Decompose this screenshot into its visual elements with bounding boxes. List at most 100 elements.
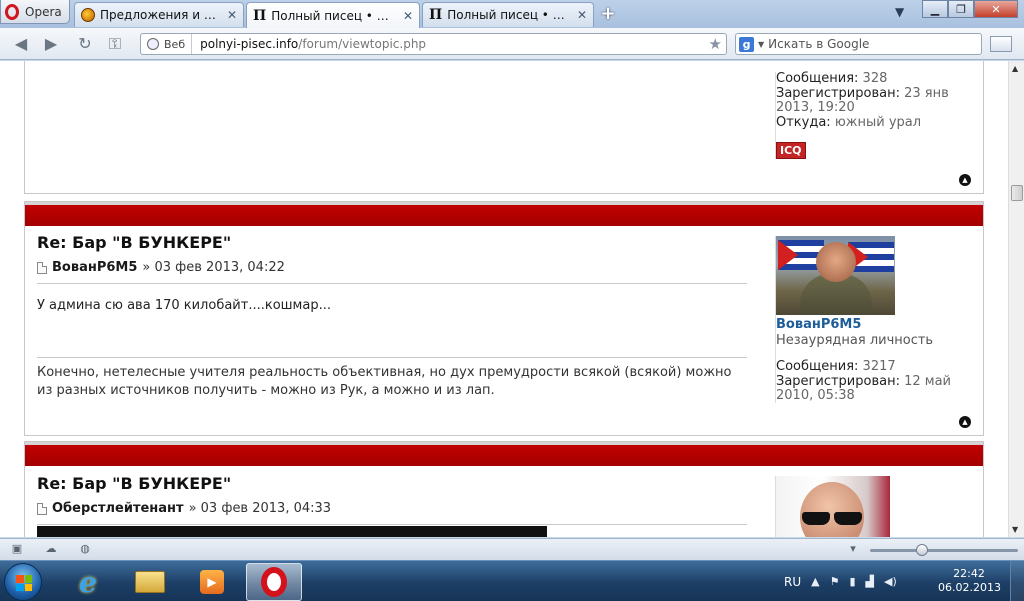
windows-logo-icon (16, 575, 32, 591)
search-field[interactable]: g ▼ Искать в Google (735, 33, 982, 55)
web-badge[interactable]: Веб (141, 34, 193, 54)
back-to-top-icon[interactable]: ▲ (959, 174, 971, 186)
tab-bar: Opera Предложения и обсу... ✕ П Полный п… (0, 0, 1024, 28)
tab-label: Полный писец • Прос... (271, 8, 396, 23)
network-signal-icon[interactable]: ▟ (866, 575, 874, 588)
power-icon[interactable]: ▮ (849, 575, 855, 588)
url-path: /forum/viewtopic.php (298, 37, 427, 51)
author-name[interactable]: ВованР6М5 (52, 260, 137, 275)
tab-label: Предложения и обсу... (100, 8, 220, 22)
panel-toggle-button[interactable] (990, 36, 1012, 52)
view-icon[interactable]: ▾ (846, 543, 860, 555)
icq-button[interactable]: ICQ (776, 142, 806, 159)
volume-icon[interactable]: ◀) (884, 575, 897, 588)
show-desktop-button[interactable] (1010, 561, 1024, 601)
profile-panel: ВованР6М5 Незаурядная личность Сообщения… (775, 236, 980, 403)
close-icon[interactable]: ✕ (227, 8, 237, 22)
tab-polnyi-pisec-active[interactable]: П Полный писец • Прос... ✕ (246, 2, 420, 28)
post-content: У админа сю ава 170 килобайт....кошмар..… (37, 298, 331, 313)
post-date: » 03 фев 2013, 04:22 (142, 260, 285, 275)
sunglasses-icon (802, 512, 862, 525)
vertical-scrollbar[interactable]: ▲ ▼ (1008, 61, 1024, 537)
author-name[interactable]: Оберстлейтенант (52, 501, 184, 516)
url-host: polnyi-pisec.info (200, 37, 299, 51)
restore-button[interactable]: ❐ (948, 0, 974, 18)
tray-expand-icon[interactable]: ▲ (811, 575, 819, 588)
author-line: ВованР6М5 » 03 фев 2013, 04:22 (37, 260, 747, 284)
registered-label: Зарегистрирован: (776, 86, 900, 101)
post-header-bar (25, 442, 983, 466)
tab-proposals[interactable]: Предложения и обсу... ✕ (74, 2, 244, 27)
post-body: Re: Бар "В БУНКЕРЕ" Оберстлейтенант » 03… (37, 474, 747, 525)
close-icon[interactable]: ✕ (577, 8, 587, 22)
zoom-slider[interactable] (870, 549, 1018, 552)
scroll-up-arrow-icon[interactable]: ▲ (1012, 64, 1018, 73)
close-window-button[interactable]: ✕ (974, 0, 1018, 18)
key-icon[interactable]: ⚿ (104, 34, 126, 54)
clock[interactable]: 22:42 06.02.2013 (938, 567, 1001, 595)
back-arrow-icon[interactable]: ◀ (10, 34, 32, 54)
cloud-icon[interactable]: ☁ (44, 543, 58, 555)
back-to-top-icon[interactable]: ▲ (959, 416, 971, 428)
avatar (776, 476, 890, 537)
post-title[interactable]: Re: Бар "В БУНКЕРЕ" (37, 474, 747, 493)
forward-arrow-icon[interactable]: ▶ (40, 34, 62, 54)
scrollbar-thumb[interactable] (1011, 185, 1023, 201)
url-text[interactable]: polnyi-pisec.info/forum/viewtopic.php (192, 37, 426, 51)
system-tray: RU ▲ ⚑ ▮ ▟ ◀) (784, 561, 897, 601)
avatar-face (816, 242, 856, 282)
google-icon[interactable]: g (739, 36, 754, 52)
opera-logo-icon (5, 3, 19, 20)
chevron-down-icon[interactable]: ▼ (758, 40, 764, 49)
bookmark-star-icon[interactable]: ★ (709, 35, 722, 53)
tab-menu-chevron-icon[interactable]: ▼ (895, 5, 904, 19)
profile-panel: Сообщения: 328 Зарегистрирован: 23 янв 2… (775, 72, 980, 159)
panel-icon[interactable]: ▣ (10, 543, 24, 555)
avatar-face (800, 482, 864, 537)
page-viewport: Сообщения: 328 Зарегистрирован: 23 янв 2… (0, 61, 1008, 537)
address-field[interactable]: Веб polnyi-pisec.info/forum/viewtopic.ph… (140, 33, 727, 55)
clock-time: 22:42 (953, 567, 985, 580)
minimize-button[interactable]: ▁ (922, 0, 948, 18)
tab-polnyi-pisec[interactable]: П Полный писец • Прос... ✕ (422, 2, 594, 27)
profile-rank: Незаурядная личность (776, 333, 934, 348)
taskbar-media-player[interactable]: ▶ (184, 563, 240, 601)
opera-menu-label: Opera (25, 4, 62, 19)
post-icon[interactable] (37, 502, 47, 515)
messages-label: Сообщения: (776, 359, 859, 374)
taskbar-explorer[interactable] (122, 563, 178, 601)
pc-icon: П (429, 7, 443, 23)
messages-label: Сообщения: (776, 71, 859, 86)
folder-icon (135, 571, 165, 593)
scroll-down-arrow-icon[interactable]: ▼ (1012, 525, 1018, 534)
status-bar: ▣ ☁ ◍ ▾ (0, 538, 1024, 560)
start-button[interactable] (4, 563, 42, 601)
taskbar-opera[interactable] (246, 563, 302, 601)
messages-value: 3217 (862, 359, 896, 374)
speed-dial-icon[interactable]: ◍ (78, 543, 92, 555)
profile-name[interactable]: ВованР6М5 (776, 317, 980, 332)
web-badge-label: Веб (164, 37, 186, 51)
embedded-video[interactable] (37, 526, 547, 537)
taskbar-internet-explorer[interactable]: e (60, 563, 116, 601)
tab-label: Полный писец • Прос... (447, 8, 570, 22)
messages-value: 328 (862, 71, 888, 86)
globe-icon (81, 8, 95, 22)
globe-icon (147, 38, 159, 50)
new-tab-button[interactable]: + (598, 4, 618, 24)
post-2: Re: Бар "В БУНКЕРЕ" ВованР6М5 » 03 фев 2… (24, 201, 984, 436)
navigation-bar: ◀ ▶ ↻ ⚿ Веб polnyi-pisec.info/forum/view… (0, 28, 1024, 60)
media-player-icon: ▶ (200, 570, 224, 594)
windows-taskbar: e ▶ RU ▲ ⚑ ▮ ▟ ◀) 22:42 06.02.2013 (0, 560, 1024, 601)
zoom-slider-handle[interactable] (916, 544, 928, 556)
post-title[interactable]: Re: Бар "В БУНКЕРЕ" (37, 233, 747, 252)
reload-icon[interactable]: ↻ (74, 34, 96, 54)
post-3: Re: Бар "В БУНКЕРЕ" Оберстлейтенант » 03… (24, 441, 984, 537)
post-header-bar (25, 202, 983, 226)
profile-panel (775, 476, 980, 537)
post-icon[interactable] (37, 261, 47, 274)
action-center-icon[interactable]: ⚑ (830, 575, 840, 588)
language-indicator[interactable]: RU (784, 575, 801, 589)
opera-menu-button[interactable]: Opera (0, 0, 70, 24)
close-icon[interactable]: ✕ (403, 9, 413, 23)
